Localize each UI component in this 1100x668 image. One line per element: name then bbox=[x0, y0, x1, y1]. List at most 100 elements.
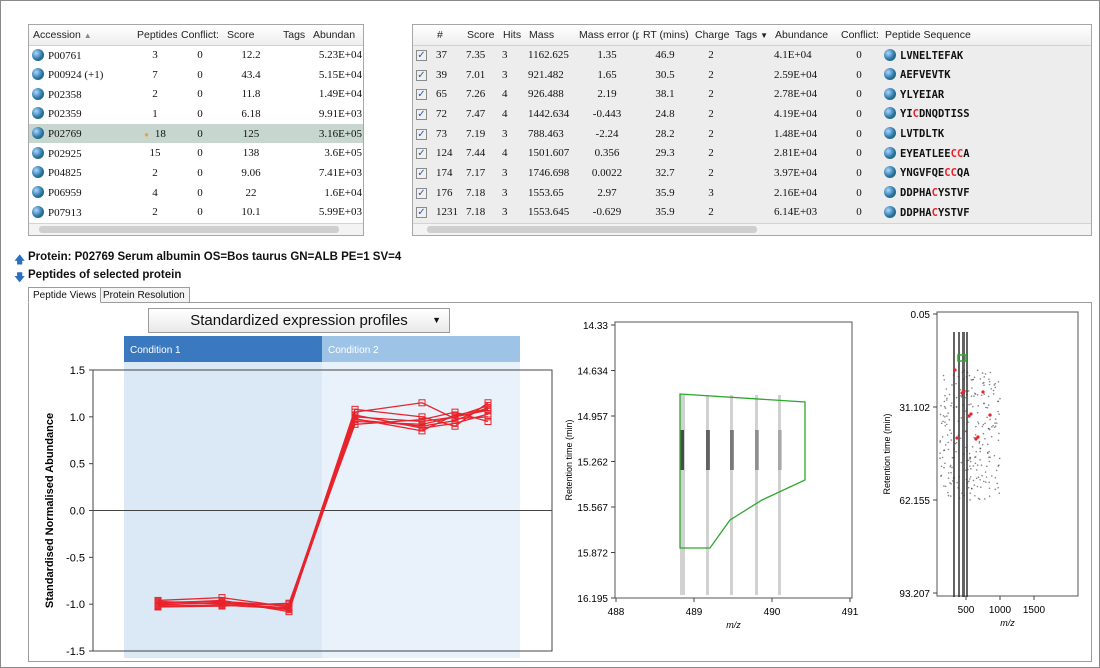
isotope-streak bbox=[778, 395, 781, 595]
scatter-point bbox=[966, 393, 968, 396]
scatter-point bbox=[987, 452, 989, 455]
scatter-point bbox=[997, 486, 1000, 489]
scatter-point bbox=[943, 449, 946, 452]
scatter-point bbox=[974, 462, 977, 465]
highlight-point bbox=[981, 390, 985, 394]
scatter-point bbox=[960, 417, 963, 419]
scatter-point bbox=[942, 420, 944, 423]
scatter-point bbox=[955, 382, 957, 385]
scatter-point bbox=[947, 448, 950, 451]
scatter-point bbox=[976, 411, 979, 414]
scatter-point bbox=[995, 469, 998, 472]
scatter-point bbox=[977, 497, 980, 500]
scatter-point bbox=[969, 499, 971, 501]
scatter-point bbox=[963, 453, 965, 455]
highlight-point bbox=[962, 389, 966, 393]
y-tick-label: 62.155 bbox=[899, 496, 930, 507]
scatter-point bbox=[964, 430, 967, 432]
scatter-point bbox=[944, 407, 947, 409]
scatter-point bbox=[965, 469, 967, 472]
scatter-point bbox=[944, 394, 946, 397]
scatter-point bbox=[957, 434, 960, 437]
tab-peptide-views[interactable]: Peptide Views bbox=[28, 287, 102, 303]
isotope-peak bbox=[755, 430, 759, 470]
scatter-point bbox=[963, 369, 965, 372]
isotope-streak bbox=[680, 395, 685, 595]
y-tick-label: 14.634 bbox=[577, 367, 608, 378]
scatter-point bbox=[950, 404, 952, 407]
condition-label-1: Condition 1 bbox=[130, 345, 181, 356]
x-tick-label: 500 bbox=[958, 605, 975, 616]
scatter-point bbox=[970, 468, 972, 470]
scatter-point bbox=[973, 484, 976, 486]
scatter-point bbox=[984, 422, 986, 425]
scatter-point bbox=[940, 465, 943, 468]
scatter-point bbox=[989, 418, 991, 421]
scatter-point bbox=[962, 378, 965, 380]
scatter-point bbox=[983, 384, 985, 386]
scatter-point bbox=[963, 494, 966, 497]
scatter-point bbox=[987, 395, 990, 398]
scatter-point bbox=[958, 497, 961, 499]
scatter-point bbox=[988, 495, 991, 498]
scatter-point bbox=[970, 395, 973, 397]
scatter-point bbox=[991, 426, 993, 428]
scatter-point bbox=[967, 421, 969, 424]
scatter-point bbox=[977, 476, 980, 479]
scatter-point bbox=[939, 457, 941, 459]
y-tick-label: 1.0 bbox=[70, 412, 85, 424]
scatter-point bbox=[955, 441, 958, 444]
scatter-point bbox=[989, 456, 991, 458]
scatter-point bbox=[994, 418, 997, 421]
scatter-point bbox=[939, 452, 941, 454]
scatter-point bbox=[962, 404, 965, 406]
highlight-point bbox=[976, 435, 980, 439]
y-tick-label: 15.872 bbox=[577, 549, 608, 560]
y-tick-label: -1.0 bbox=[66, 599, 85, 611]
scatter-point bbox=[987, 427, 990, 430]
scatter-point bbox=[954, 442, 957, 445]
scatter-point bbox=[999, 397, 1001, 400]
scatter-point bbox=[993, 384, 996, 386]
scatter-point bbox=[960, 461, 963, 464]
scatter-point bbox=[984, 471, 987, 473]
scatter-point bbox=[969, 492, 971, 494]
x-tick-label: 489 bbox=[686, 607, 703, 618]
scatter-point bbox=[988, 460, 991, 463]
scatter-point bbox=[950, 439, 953, 441]
scatter-point bbox=[974, 433, 977, 436]
scatter-point bbox=[968, 478, 971, 480]
scatter-point bbox=[948, 418, 951, 421]
scatter-point bbox=[968, 403, 970, 406]
scatter-point bbox=[951, 456, 954, 459]
scatter-point bbox=[975, 450, 977, 453]
scatter-point bbox=[940, 404, 942, 407]
scatter-point bbox=[946, 434, 949, 436]
scatter-point bbox=[968, 374, 971, 377]
scatter-point bbox=[959, 437, 962, 440]
scatter-point bbox=[943, 466, 945, 469]
y-tick-label: 1.5 bbox=[70, 365, 85, 377]
scatter-point bbox=[982, 432, 985, 435]
scatter-point bbox=[988, 383, 991, 386]
scatter-point bbox=[978, 440, 981, 443]
scatter-point bbox=[953, 456, 955, 459]
scatter-point bbox=[988, 378, 990, 381]
scatter-point bbox=[951, 466, 953, 469]
scatter-point bbox=[979, 378, 982, 380]
scatter-point bbox=[976, 393, 979, 396]
scatter-point bbox=[994, 386, 997, 389]
scatter-point bbox=[986, 465, 988, 468]
scatter-point bbox=[998, 432, 1000, 435]
highlight-point bbox=[955, 436, 959, 440]
scatter-point bbox=[993, 426, 996, 429]
scatter-point bbox=[969, 476, 972, 478]
scatter-point bbox=[971, 387, 973, 389]
scatter-point bbox=[990, 475, 993, 477]
scatter-point bbox=[974, 393, 977, 395]
scatter-point bbox=[948, 393, 951, 396]
scatter-point bbox=[977, 405, 980, 407]
scatter-point bbox=[988, 380, 991, 383]
y-axis-label: Standardised Normalised Abundance bbox=[44, 413, 56, 608]
scatter-point bbox=[947, 477, 950, 479]
